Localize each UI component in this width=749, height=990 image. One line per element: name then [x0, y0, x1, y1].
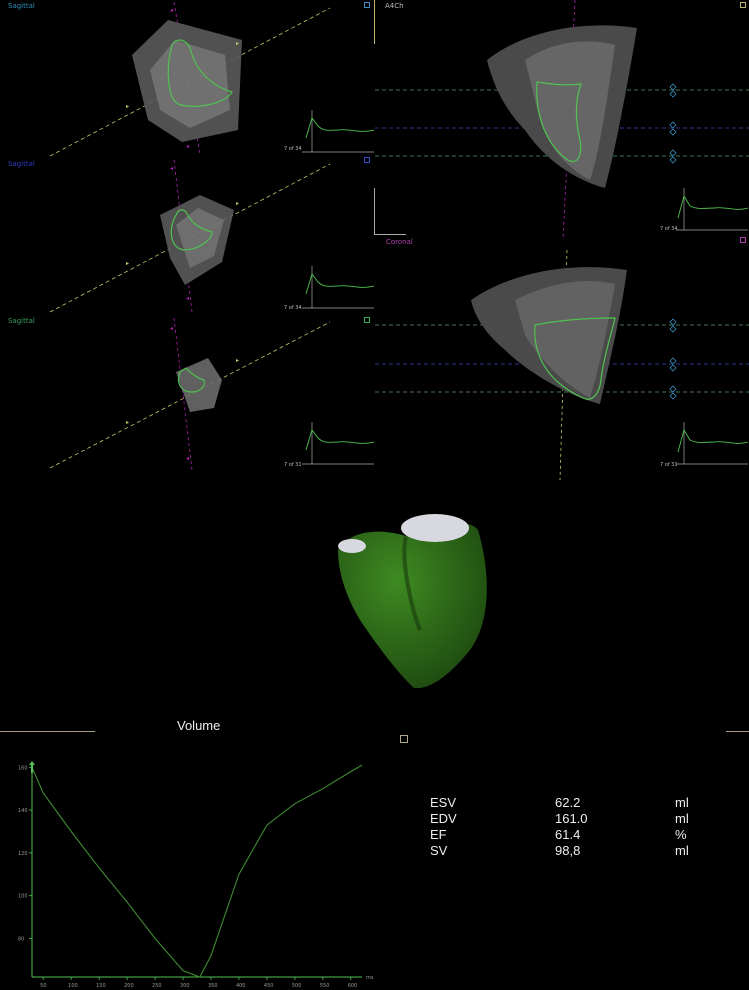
- svg-text:▸: ▸: [126, 104, 129, 110]
- x-tick-label: 50: [40, 983, 46, 989]
- svg-text:◂: ◂: [170, 166, 173, 172]
- y-tick-label: 140: [18, 808, 28, 814]
- svg-text:◂: ◂: [186, 144, 189, 150]
- result-name: ESV: [430, 795, 457, 810]
- mini-volume-trace-3: [302, 422, 374, 465]
- svg-text:◂: ◂: [186, 296, 189, 302]
- result-unit: ml: [675, 795, 689, 810]
- volume-panel-marker[interactable]: [400, 735, 408, 743]
- x-tick-label: 150: [96, 983, 106, 989]
- frame-label-3: 7 of 31: [284, 462, 302, 468]
- frame-label-1: 7 of 34: [284, 146, 302, 152]
- volume-title-rule-left: [0, 731, 95, 732]
- svg-text:◂: ◂: [186, 456, 189, 462]
- x-tick-label: 500: [292, 983, 302, 989]
- svg-text:▸: ▸: [236, 358, 239, 364]
- result-name: SV: [430, 843, 448, 858]
- x-tick-label: 200: [124, 983, 134, 989]
- mini-volume-trace-1: [302, 110, 374, 153]
- x-tick-label: 600: [348, 983, 358, 989]
- result-name: EDV: [430, 811, 457, 826]
- frame-label-4: 7 of 34: [660, 226, 678, 232]
- x-tick-label: 350: [208, 983, 218, 989]
- x-tick-label: 250: [152, 983, 162, 989]
- mini-volume-trace-5: [676, 422, 748, 465]
- sagittal-echo-views: ▸ ▸ ▸ ▸ ▸ ▸ ◂ ◂ ◂ ◂ ◂ ◂: [49, 1, 331, 471]
- x-tick-label: 450: [264, 983, 274, 989]
- x-tick-label: 400: [236, 983, 246, 989]
- svg-text:▸: ▸: [236, 41, 239, 47]
- result-value: 161.0: [555, 811, 588, 826]
- frame-label-2: 7 of 34: [284, 305, 302, 311]
- apical-echo-views: [375, 0, 749, 480]
- lv-3d-mesh[interactable]: [320, 500, 500, 695]
- svg-text:▸: ▸: [126, 261, 129, 267]
- mini-volume-trace-2: [302, 266, 374, 309]
- x-tick-label: 100: [68, 983, 78, 989]
- y-tick-label: 120: [18, 851, 28, 857]
- frame-cursor-handle[interactable]: [26, 760, 38, 773]
- result-value: 98,8: [555, 843, 581, 858]
- volume-title-rule-right: [726, 731, 749, 732]
- y-tick-label: 80: [18, 936, 24, 942]
- mini-volume-trace-4: [676, 188, 748, 231]
- x-axis-unit: ms: [366, 975, 374, 981]
- x-tick-label: 300: [180, 983, 190, 989]
- svg-text:▸: ▸: [236, 201, 239, 207]
- frame-label-5: 7 of 31: [660, 462, 678, 468]
- volume-curve-chart: 8010012014016050 100 150 200 250 300 350 400 450…: [18, 763, 374, 989]
- y-tick-label: 100: [18, 894, 28, 900]
- volume-series-line: [31, 764, 363, 978]
- result-name: EF: [430, 827, 447, 842]
- svg-text:◂: ◂: [170, 326, 173, 332]
- result-value: 62.2: [555, 795, 581, 810]
- x-tick-label: 550: [320, 983, 330, 989]
- result-unit: %: [675, 827, 687, 842]
- svg-text:◂: ◂: [170, 8, 173, 14]
- volume-title: Volume: [177, 718, 221, 733]
- svg-text:▸: ▸: [126, 420, 129, 426]
- result-unit: ml: [675, 843, 689, 858]
- result-unit: ml: [675, 811, 689, 826]
- result-value: 61.4: [555, 827, 581, 842]
